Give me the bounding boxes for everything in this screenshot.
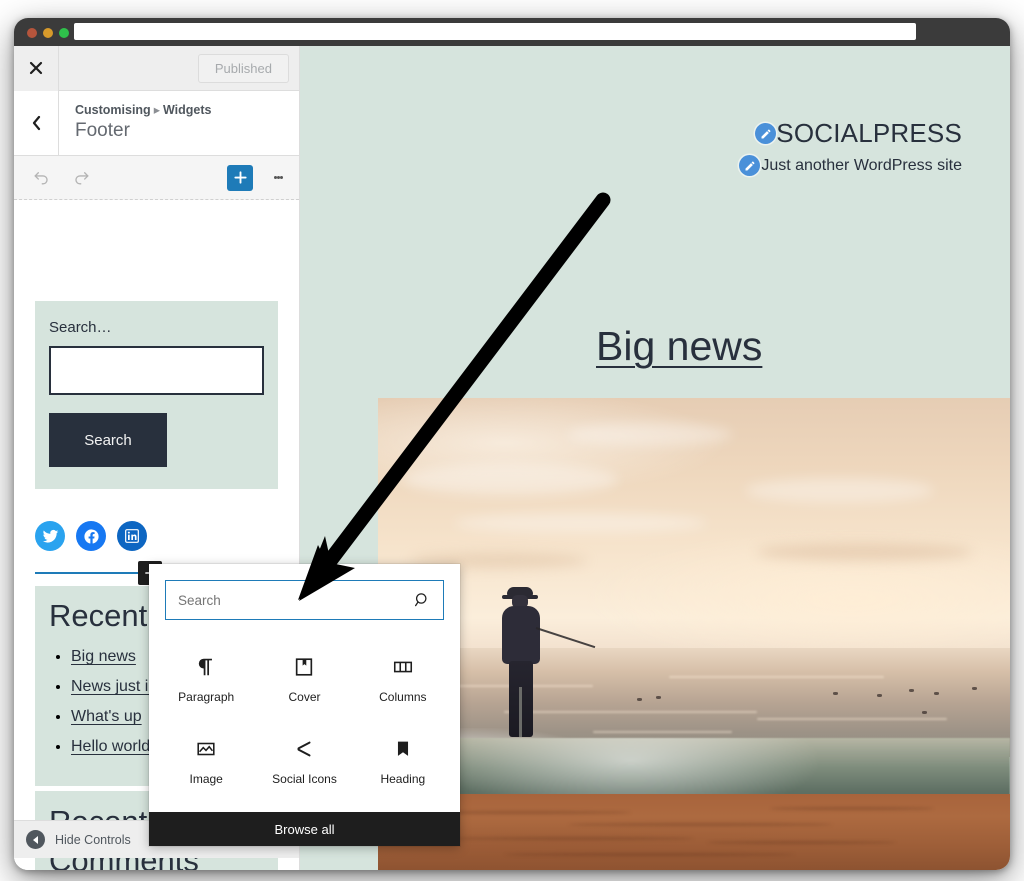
- edit-pencil-icon[interactable]: [755, 123, 777, 144]
- recent-post-link[interactable]: Hello world!: [71, 738, 155, 755]
- block-item-social-icons[interactable]: Social Icons: [255, 722, 353, 796]
- block-editor-toolbar: [14, 156, 299, 200]
- site-tagline: Just another WordPress site: [761, 156, 962, 174]
- page-title: Footer: [75, 120, 130, 141]
- inserter-search-box[interactable]: [165, 580, 444, 620]
- search-icon: [413, 591, 431, 609]
- window-close-button[interactable]: [27, 28, 37, 38]
- photo-beach: [378, 794, 1010, 870]
- block-label: Cover: [288, 690, 321, 704]
- block-label: Image: [189, 772, 223, 786]
- paragraph-icon: [195, 654, 217, 680]
- more-options-icon[interactable]: [267, 165, 289, 191]
- site-title: SOCIALPRESS: [776, 118, 962, 148]
- recent-post-link[interactable]: News just in: [71, 678, 157, 695]
- inserter-search-wrap: [149, 564, 460, 628]
- customizer-panel-header: Customising ▸ Widgets Footer: [14, 91, 299, 156]
- search-input[interactable]: [178, 592, 413, 608]
- block-item-paragraph[interactable]: Paragraph: [157, 640, 255, 714]
- block-inserter-popover: Paragraph Cover: [149, 564, 460, 846]
- block-type-grid: Paragraph Cover Columns Image Social Ico…: [149, 628, 460, 812]
- social-icons-block[interactable]: [35, 521, 147, 551]
- hide-controls-label: Hide Controls: [55, 832, 131, 847]
- social-icons-icon: [293, 736, 315, 762]
- window-maximize-button[interactable]: [59, 28, 69, 38]
- featured-image: [378, 398, 1010, 870]
- add-block-button[interactable]: [227, 164, 253, 191]
- search-widget-submit-button[interactable]: Search: [49, 413, 167, 467]
- image-icon: [195, 736, 217, 762]
- breadcrumb-child[interactable]: Widgets: [163, 103, 212, 117]
- facebook-icon[interactable]: [76, 521, 106, 551]
- columns-icon: [392, 654, 414, 680]
- search-widget-block[interactable]: Search… Search: [35, 301, 278, 489]
- close-customizer-button[interactable]: [14, 46, 59, 91]
- search-widget-input[interactable]: [49, 346, 264, 395]
- block-label: Heading: [380, 772, 426, 786]
- photo-sky: [378, 398, 1010, 649]
- block-item-cover[interactable]: Cover: [255, 640, 353, 714]
- block-item-columns[interactable]: Columns: [354, 640, 452, 714]
- browser-address-bar[interactable]: [74, 23, 916, 40]
- cover-icon: [293, 654, 315, 680]
- recent-post-link[interactable]: Big news: [71, 648, 136, 665]
- site-title-row: SOCIALPRESS: [739, 118, 962, 149]
- block-label: Columns: [379, 690, 427, 704]
- block-item-heading[interactable]: Heading: [354, 722, 452, 796]
- search-widget-label: Search…: [49, 319, 112, 336]
- edit-pencil-icon[interactable]: [739, 155, 761, 176]
- breadcrumb-parent[interactable]: Customising: [75, 103, 151, 117]
- breadcrumb-separator-icon: ▸: [153, 103, 160, 117]
- site-header: SOCIALPRESS Just another WordPress site: [739, 118, 962, 176]
- twitter-icon[interactable]: [35, 521, 65, 551]
- redo-icon[interactable]: [68, 165, 94, 191]
- window-titlebar: [14, 18, 1010, 46]
- window-minimize-button[interactable]: [43, 28, 53, 38]
- post-heading-link[interactable]: Big news: [596, 323, 762, 370]
- block-item-image[interactable]: Image: [157, 722, 255, 796]
- site-tagline-row: Just another WordPress site: [739, 155, 962, 176]
- publish-button[interactable]: Published: [197, 53, 289, 83]
- recent-post-link[interactable]: What's up: [71, 708, 142, 725]
- customizer-topbar: Published: [14, 46, 299, 91]
- browser-window: SOCIALPRESS Just another WordPress site …: [14, 18, 1010, 870]
- undo-icon[interactable]: [28, 165, 54, 191]
- breadcrumb: Customising ▸ Widgets: [75, 102, 211, 117]
- browse-all-button[interactable]: Browse all: [149, 812, 460, 846]
- heading-icon: [392, 736, 414, 762]
- block-label: Paragraph: [178, 690, 235, 704]
- linkedin-icon[interactable]: [117, 521, 147, 551]
- block-label: Social Icons: [272, 772, 337, 786]
- arrow-left-circle-icon[interactable]: [26, 830, 45, 849]
- back-button[interactable]: [14, 91, 59, 155]
